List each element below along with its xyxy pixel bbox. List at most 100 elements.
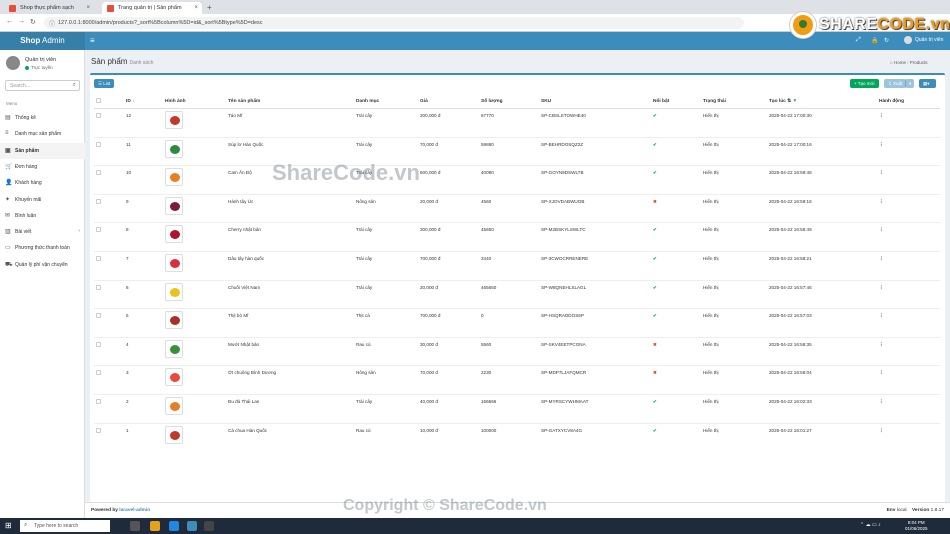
admin-logo[interactable]: Shop Admin bbox=[0, 32, 85, 50]
sidebar-item-article[interactable]: ▥ Bài viết ‹ bbox=[0, 224, 85, 240]
cell-actions[interactable]: ⋮ bbox=[877, 422, 940, 452]
cell-select[interactable] bbox=[94, 393, 124, 424]
powered-link[interactable]: laravel-admin bbox=[119, 508, 150, 513]
sidebar-item-users[interactable]: 👤 Khách hàng bbox=[0, 175, 85, 191]
cell-image[interactable] bbox=[163, 393, 226, 424]
col-created[interactable]: Tạo lúc ⇅ ▼ bbox=[767, 95, 877, 109]
cell-select[interactable] bbox=[94, 193, 124, 223]
sidebar-item-card[interactable]: ▭ Phương thức thanh toán bbox=[0, 240, 85, 256]
terminal-icon[interactable] bbox=[204, 521, 214, 531]
filter-icon[interactable]: ▼ bbox=[793, 99, 798, 104]
cell-image[interactable] bbox=[163, 308, 226, 338]
cell-actions[interactable]: ⋮ bbox=[877, 165, 940, 195]
row-actions-icon[interactable]: ⋮ bbox=[879, 370, 884, 375]
sidebar-item-truck[interactable]: ⛟ Quản lý phí vận chuyển bbox=[0, 257, 85, 273]
cell-image[interactable] bbox=[163, 222, 226, 252]
cell-image[interactable] bbox=[163, 336, 226, 366]
row-actions-icon[interactable]: ⋮ bbox=[879, 313, 884, 318]
cell-image[interactable] bbox=[163, 279, 226, 309]
cell-select[interactable] bbox=[94, 336, 124, 366]
row-actions-icon[interactable]: ⋮ bbox=[879, 399, 884, 404]
row-checkbox[interactable] bbox=[96, 370, 101, 376]
product-thumbnail[interactable] bbox=[165, 111, 183, 129]
cell-select[interactable] bbox=[94, 108, 124, 138]
cell-image[interactable] bbox=[163, 108, 226, 138]
vscode-icon[interactable] bbox=[169, 521, 179, 531]
cell-image[interactable] bbox=[163, 365, 226, 395]
sidebar-item-cart[interactable]: 🛒 Đơn hàng bbox=[0, 159, 85, 175]
col-id[interactable]: ID ↓ bbox=[124, 95, 163, 109]
row-actions-icon[interactable]: ⋮ bbox=[879, 285, 884, 290]
cell-actions[interactable]: ⋮ bbox=[877, 222, 940, 252]
export-button[interactable]: ⇩ Xuất bbox=[884, 79, 907, 88]
cell-actions[interactable]: ⋮ bbox=[877, 336, 940, 366]
windows-start-icon[interactable]: ⊞ bbox=[5, 521, 12, 530]
cell-actions[interactable]: ⋮ bbox=[877, 136, 940, 166]
row-checkbox[interactable] bbox=[96, 141, 101, 147]
product-thumbnail[interactable] bbox=[165, 311, 183, 330]
cell-actions[interactable]: ⋮ bbox=[877, 393, 940, 424]
product-thumbnail[interactable] bbox=[165, 139, 183, 158]
cell-image[interactable] bbox=[163, 165, 226, 195]
browser-tab-shop[interactable]: Shop thực phẩm sạch × bbox=[4, 2, 94, 14]
cell-actions[interactable]: ⋮ bbox=[877, 279, 940, 309]
product-thumbnail[interactable] bbox=[165, 168, 183, 187]
close-tab-icon[interactable]: × bbox=[194, 5, 198, 11]
search-icon[interactable]: ⌕ bbox=[73, 82, 76, 89]
task-view-icon[interactable] bbox=[130, 521, 140, 531]
cell-select[interactable] bbox=[94, 279, 124, 309]
export-dropdown-button[interactable]: ▾ bbox=[905, 79, 914, 88]
sidebar-item-box[interactable]: ▣ Sản phẩm bbox=[0, 142, 85, 159]
row-actions-icon[interactable]: ⋮ bbox=[879, 256, 884, 261]
sidebar-item-chart[interactable]: ▤ Thống kê bbox=[0, 110, 85, 126]
sidebar-item-comment[interactable]: ✉ Bình luận bbox=[0, 208, 85, 224]
row-checkbox[interactable] bbox=[96, 170, 101, 176]
row-checkbox[interactable] bbox=[96, 313, 101, 319]
row-actions-icon[interactable]: ⋮ bbox=[879, 142, 884, 147]
menu-toggle-icon[interactable]: ≡ bbox=[90, 36, 95, 45]
sidebar-item-list[interactable]: ≡ Danh mục sản phẩm bbox=[0, 126, 85, 142]
product-thumbnail[interactable] bbox=[165, 368, 183, 387]
cell-actions[interactable]: ⋮ bbox=[877, 193, 940, 223]
product-thumbnail[interactable] bbox=[165, 425, 183, 444]
row-actions-icon[interactable]: ⋮ bbox=[879, 113, 884, 118]
address-bar[interactable]: ⓘ 127.0.0.1:8000/admin/products?_sort%5B… bbox=[44, 17, 744, 29]
chrome-icon[interactable] bbox=[187, 521, 197, 531]
list-button[interactable]: ☰ List bbox=[94, 79, 115, 88]
cell-actions[interactable]: ⋮ bbox=[877, 108, 940, 138]
row-actions-icon[interactable]: ⋮ bbox=[879, 199, 884, 204]
cell-select[interactable] bbox=[94, 365, 124, 395]
taskbar-clock[interactable]: 8:04 PM 01/06/2025 bbox=[905, 520, 928, 532]
row-checkbox[interactable] bbox=[96, 198, 101, 204]
close-tab-icon[interactable]: × bbox=[86, 5, 90, 11]
cell-image[interactable] bbox=[163, 250, 226, 281]
row-checkbox[interactable] bbox=[96, 227, 101, 233]
product-thumbnail[interactable] bbox=[165, 225, 183, 244]
system-tray[interactable]: ⌃ ☁ ▭ ♪ bbox=[860, 522, 881, 528]
row-actions-icon[interactable]: ⋮ bbox=[879, 227, 884, 232]
product-thumbnail[interactable] bbox=[165, 396, 183, 415]
taskbar-search-input[interactable]: ⌕ Type here to search bbox=[20, 520, 110, 532]
sort-desc-icon[interactable]: ↓ bbox=[132, 99, 134, 104]
product-thumbnail[interactable] bbox=[165, 253, 183, 272]
sort-icon[interactable]: ⇅ bbox=[787, 99, 791, 104]
sidebar-item-gift[interactable]: ✦ Khuyến mãi bbox=[0, 192, 85, 208]
cell-actions[interactable]: ⋮ bbox=[877, 365, 940, 395]
columns-button[interactable]: ▦▾ bbox=[919, 79, 936, 88]
row-actions-icon[interactable]: ⋮ bbox=[879, 342, 884, 347]
product-thumbnail[interactable] bbox=[165, 196, 183, 215]
new-tab-icon[interactable]: + bbox=[207, 3, 212, 12]
cell-image[interactable] bbox=[163, 422, 226, 452]
back-icon[interactable]: ← bbox=[6, 18, 13, 25]
reload-icon[interactable]: ↻ bbox=[30, 18, 36, 26]
cell-select[interactable] bbox=[94, 136, 124, 166]
row-checkbox[interactable] bbox=[96, 113, 101, 118]
cell-select[interactable] bbox=[94, 308, 124, 338]
cell-select[interactable] bbox=[94, 250, 124, 281]
row-actions-icon[interactable]: ⋮ bbox=[879, 428, 884, 433]
breadcrumb-home[interactable]: Home bbox=[894, 60, 906, 65]
row-actions-icon[interactable]: ⋮ bbox=[879, 170, 884, 175]
checkbox[interactable] bbox=[96, 98, 101, 103]
cell-select[interactable] bbox=[94, 422, 124, 452]
row-checkbox[interactable] bbox=[96, 255, 101, 261]
